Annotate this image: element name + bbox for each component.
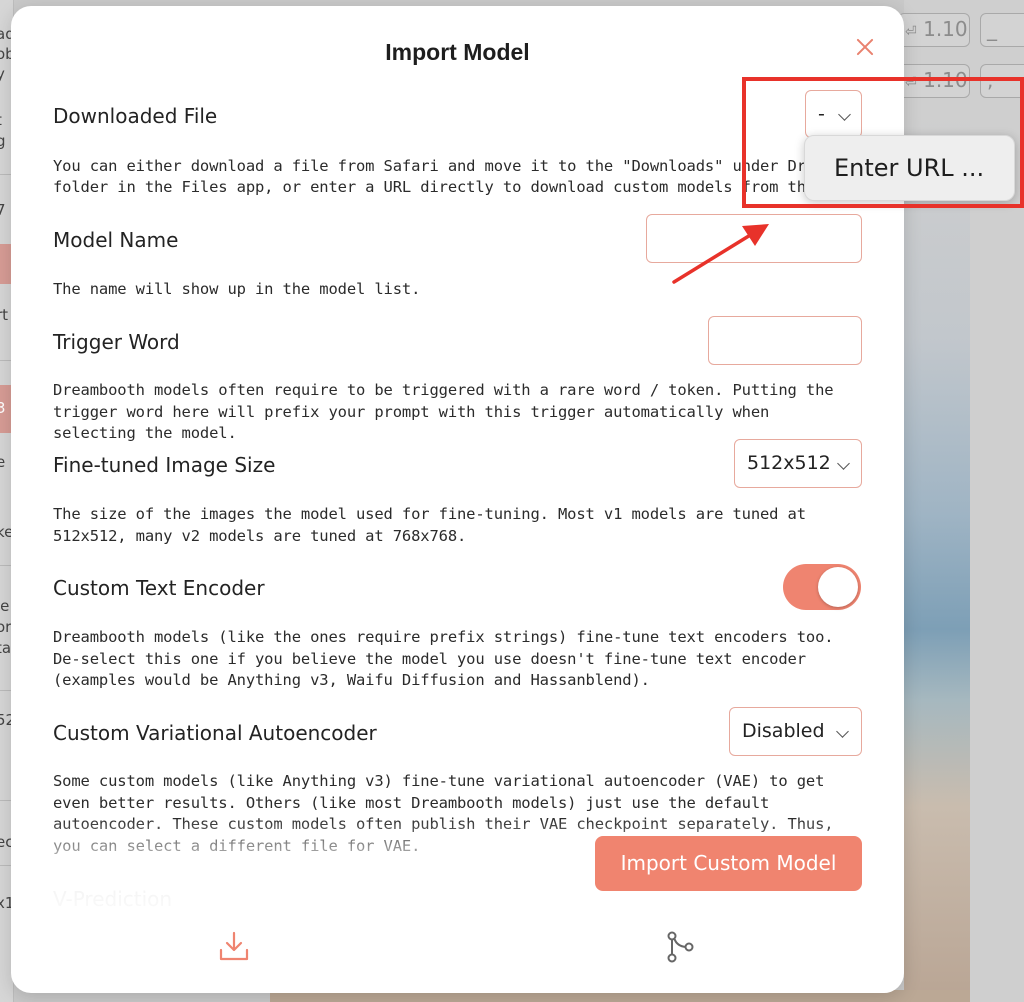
background-photo — [904, 115, 970, 1002]
bg-toolbar-chip: _ — [980, 13, 1024, 47]
image-size-description: The size of the images the model used fo… — [53, 505, 806, 545]
bg-toolbar-chip: , — [980, 64, 1024, 98]
bg-chip-label: 1.10 — [923, 68, 968, 92]
bg-chip-label: 1.10 — [923, 17, 968, 41]
return-icon: ⏎ — [905, 24, 917, 40]
menu-item-enter-url[interactable]: Enter URL ... — [834, 154, 984, 182]
image-size-select[interactable]: 512x512 — [734, 439, 862, 488]
downloaded-file-description-line2: folder in the Files app, or enter a URL … — [53, 178, 823, 196]
chevron-down-icon — [836, 725, 849, 738]
downloaded-file-menu: Enter URL ... — [804, 135, 1015, 201]
trigger-word-input[interactable] — [708, 316, 862, 365]
bg-chip-label: , — [987, 68, 994, 92]
image-size-label: Fine-tuned Image Size — [53, 453, 276, 477]
text-encoder-label: Custom Text Encoder — [53, 576, 265, 600]
chevron-down-icon — [838, 108, 851, 121]
download-icon[interactable] — [218, 930, 250, 962]
trigger-word-label: Trigger Word — [53, 330, 180, 354]
model-name-label: Model Name — [53, 228, 179, 252]
vae-value: Disabled — [742, 720, 825, 742]
toggle-knob — [818, 567, 858, 607]
downloaded-file-description-line1: You can either download a file from Safa… — [53, 157, 823, 175]
model-name-input[interactable] — [646, 214, 862, 263]
v-prediction-label: V-Prediction — [53, 887, 173, 911]
trigger-word-description: Dreambooth models often require to be tr… — [53, 381, 834, 442]
text-encoder-toggle[interactable] — [783, 564, 861, 610]
bg-toolbar-chip: ⏎ 1.10 — [898, 64, 970, 98]
chevron-down-icon — [837, 457, 850, 470]
vae-label: Custom Variational Autoencoder — [53, 721, 377, 745]
close-icon[interactable] — [854, 36, 876, 58]
git-branch-icon[interactable] — [663, 930, 697, 964]
import-model-dialog: Import Model Downloaded File - You can e… — [11, 6, 904, 993]
downloaded-file-value: - — [818, 103, 825, 125]
dialog-title-text: Import Model — [385, 39, 530, 65]
vae-select[interactable]: Disabled — [729, 707, 862, 756]
bg-chip-label: _ — [987, 17, 997, 41]
dialog-title: Import Model — [11, 39, 904, 66]
downloaded-file-label: Downloaded File — [53, 104, 218, 128]
bg-toolbar-chip: ⏎ 1.10 — [898, 13, 970, 47]
return-icon: ⏎ — [905, 75, 917, 91]
text-encoder-description: Dreambooth models (like the ones require… — [53, 628, 834, 689]
downloaded-file-select[interactable]: - — [805, 90, 862, 138]
import-custom-model-button[interactable]: Import Custom Model — [595, 836, 862, 891]
image-size-value: 512x512 — [747, 452, 831, 474]
model-name-description: The name will show up in the model list. — [53, 280, 421, 298]
